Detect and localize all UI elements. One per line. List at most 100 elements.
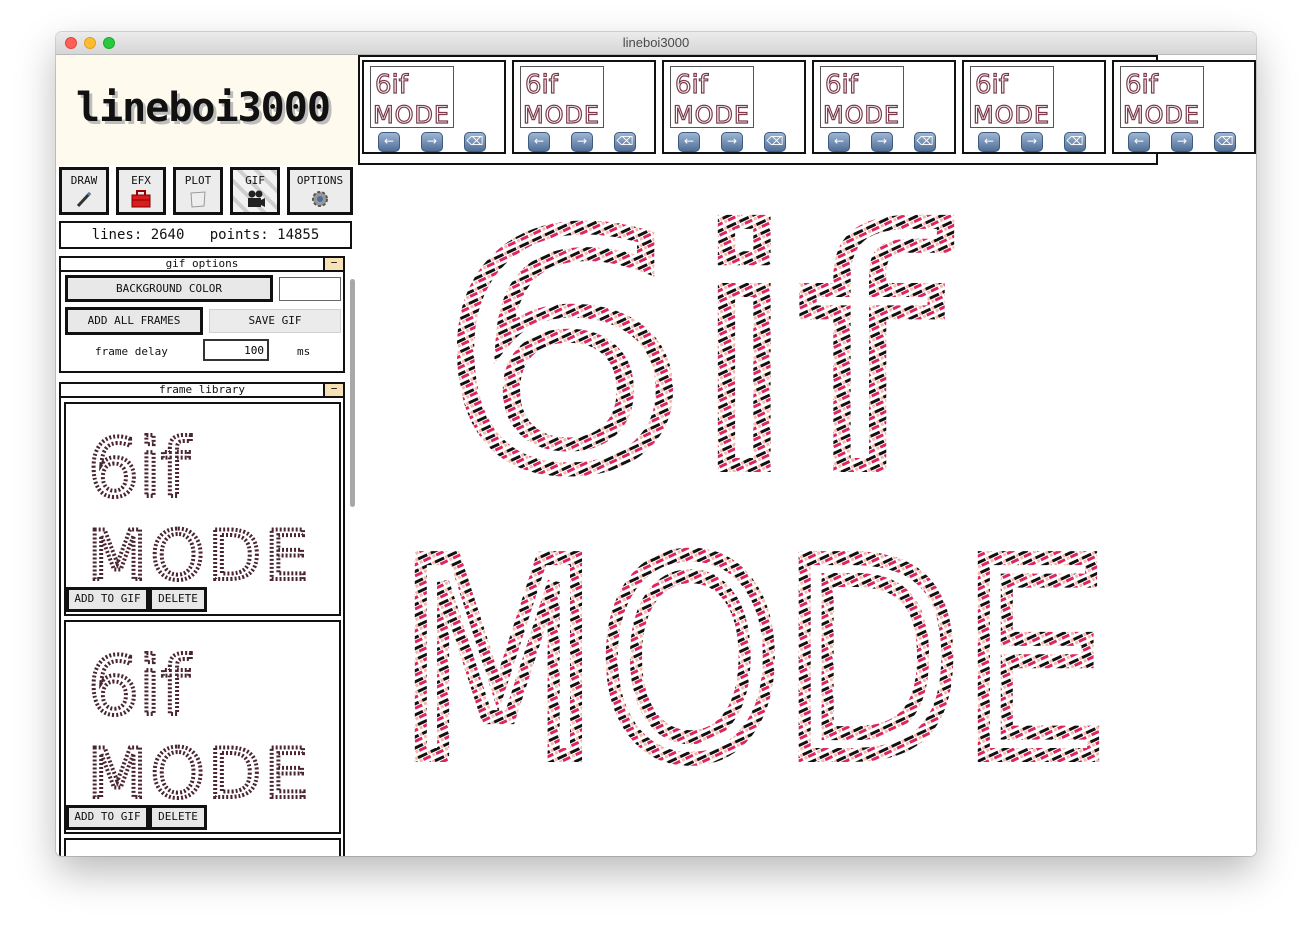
line-point-counter: lines: 2640 points: 14855 [59,221,352,249]
trash-icon: ⌫ [1066,134,1084,148]
library-frame-2[interactable]: 6if MODE ADD TO GIF DELETE [64,620,341,834]
remove-frame-button[interactable]: ⌫ [764,132,786,152]
library-frame-1-line2: MODE [88,517,308,594]
frame-library-header: frame library − [59,382,345,398]
move-frame-right-button[interactable]: → [421,132,443,152]
arrow-left-icon: ← [533,134,545,148]
arrow-left-icon: ← [683,134,695,148]
tab-options[interactable]: OPTIONS [287,167,353,215]
gif-frame-preview-line2: MODE [673,101,749,127]
add-to-gif-button[interactable]: ADD TO GIF [66,805,149,830]
arrow-right-icon: → [1026,134,1038,148]
library-frame-1[interactable]: 6if MODE ADD TO GIF DELETE [64,402,341,616]
gear-icon [290,189,350,212]
app-logo: lineboi3000 [76,85,331,131]
remove-frame-button[interactable]: ⌫ [464,132,486,152]
gif-frame-thumbnail[interactable]: 6if MODE ← → ⌫ [812,60,956,154]
remove-frame-button[interactable]: ⌫ [914,132,936,152]
sidebar: lineboi3000 DRAW EFX PLOT GIF OPTIONS li… [56,55,358,856]
background-color-button[interactable]: BACKGROUND COLOR [65,275,273,302]
trash-icon: ⌫ [766,134,784,148]
arrow-right-icon: → [576,134,588,148]
logo-area: lineboi3000 [56,55,358,165]
library-frame-3[interactable] [64,838,341,856]
arrow-right-icon: → [1176,134,1188,148]
tab-plot-label: PLOT [184,174,212,187]
frame-library-collapse-button[interactable]: − [323,383,343,396]
tab-gif-label: GIF [245,174,265,187]
drawing-canvas[interactable]: 6if MODE [358,165,1256,855]
gif-frame-thumbnail[interactable]: 6if MODE ← → ⌫ [662,60,806,154]
window-title: lineboi3000 [622,35,690,50]
move-frame-left-button[interactable]: ← [378,132,400,152]
remove-frame-button[interactable]: ⌫ [1064,132,1086,152]
gif-options-title: gif options [165,257,239,270]
move-frame-left-button[interactable]: ← [528,132,550,152]
gif-frame-preview-line1: 6if [525,70,559,100]
delete-frame-button[interactable]: DELETE [149,587,207,612]
gif-frame-preview: 6if MODE [520,66,604,130]
tab-efx[interactable]: EFX [116,167,166,215]
gif-frame-thumbnail[interactable]: 6if MODE ← → ⌫ [1112,60,1256,154]
move-frame-left-button[interactable]: ← [1128,132,1150,152]
save-gif-button[interactable]: SAVE GIF [209,309,341,333]
remove-frame-button[interactable]: ⌫ [614,132,636,152]
gif-frame-preview-line1: 6if [375,70,409,100]
arrow-left-icon: ← [383,134,395,148]
tab-efx-label: EFX [131,174,151,187]
arrow-left-icon: ← [983,134,995,148]
frame-delay-label: frame delay [95,345,168,358]
move-frame-left-button[interactable]: ← [678,132,700,152]
trash-icon: ⌫ [616,134,634,148]
move-frame-left-button[interactable]: ← [828,132,850,152]
add-all-frames-button[interactable]: ADD ALL FRAMES [65,307,203,335]
camera-icon [233,189,277,212]
remove-frame-button[interactable]: ⌫ [1214,132,1236,152]
library-frame-2-line1: 6if [88,640,191,733]
library-frame-1-art: 6if MODE [86,420,310,594]
move-frame-left-button[interactable]: ← [978,132,1000,152]
gif-frame-preview-line2: MODE [973,101,1049,127]
tab-plot[interactable]: PLOT [173,167,223,215]
move-frame-right-button[interactable]: → [571,132,593,152]
gif-options-collapse-button[interactable]: − [323,257,343,270]
frame-library-scrollbar[interactable] [350,279,355,507]
canvas-text-line1: 6if [438,169,947,541]
gif-frame-preview-line1: 6if [825,70,859,100]
gif-frame-preview: 6if MODE [370,66,454,130]
gif-frame-preview-line2: MODE [1123,101,1199,127]
gif-frame-preview-line1: 6if [675,70,709,100]
canvas-text-line2: MODE [398,504,1108,819]
gif-frame-preview-line2: MODE [373,101,449,127]
arrow-right-icon: → [876,134,888,148]
library-frame-2-line2: MODE [88,735,308,812]
move-frame-right-button[interactable]: → [721,132,743,152]
tab-gif[interactable]: GIF [230,167,280,215]
trash-icon: ⌫ [466,134,484,148]
tab-draw-label: DRAW [70,174,98,187]
move-frame-right-button[interactable]: → [871,132,893,152]
move-frame-right-button[interactable]: → [1171,132,1193,152]
toolbox-icon [119,189,163,212]
paper-icon [176,189,220,212]
arrow-left-icon: ← [833,134,845,148]
title-bar: lineboi3000 [56,32,1256,55]
app-window: lineboi3000 lineboi3000 DRAW EFX PLOT GI… [56,32,1256,856]
gif-frame-thumbnail[interactable]: 6if MODE ← → ⌫ [362,60,506,154]
move-frame-right-button[interactable]: → [1021,132,1043,152]
library-frame-2-art: 6if MODE [86,638,310,812]
trash-icon: ⌫ [916,134,934,148]
frame-library-title: frame library [158,383,246,396]
gif-frame-thumbnail[interactable]: 6if MODE ← → ⌫ [962,60,1106,154]
background-color-swatch[interactable] [279,277,341,301]
add-to-gif-button[interactable]: ADD TO GIF [66,587,149,612]
gif-frame-preview-line2: MODE [523,101,599,127]
gif-options-panel: BACKGROUND COLOR ADD ALL FRAMES SAVE GIF… [59,272,345,373]
gif-options-header: gif options − [59,256,345,272]
gif-frame-thumbnail[interactable]: 6if MODE ← → ⌫ [512,60,656,154]
delete-frame-button[interactable]: DELETE [149,805,207,830]
frame-delay-input[interactable] [203,339,269,361]
tab-draw[interactable]: DRAW [59,167,109,215]
arrow-right-icon: → [426,134,438,148]
gif-frame-preview: 6if MODE [820,66,904,130]
